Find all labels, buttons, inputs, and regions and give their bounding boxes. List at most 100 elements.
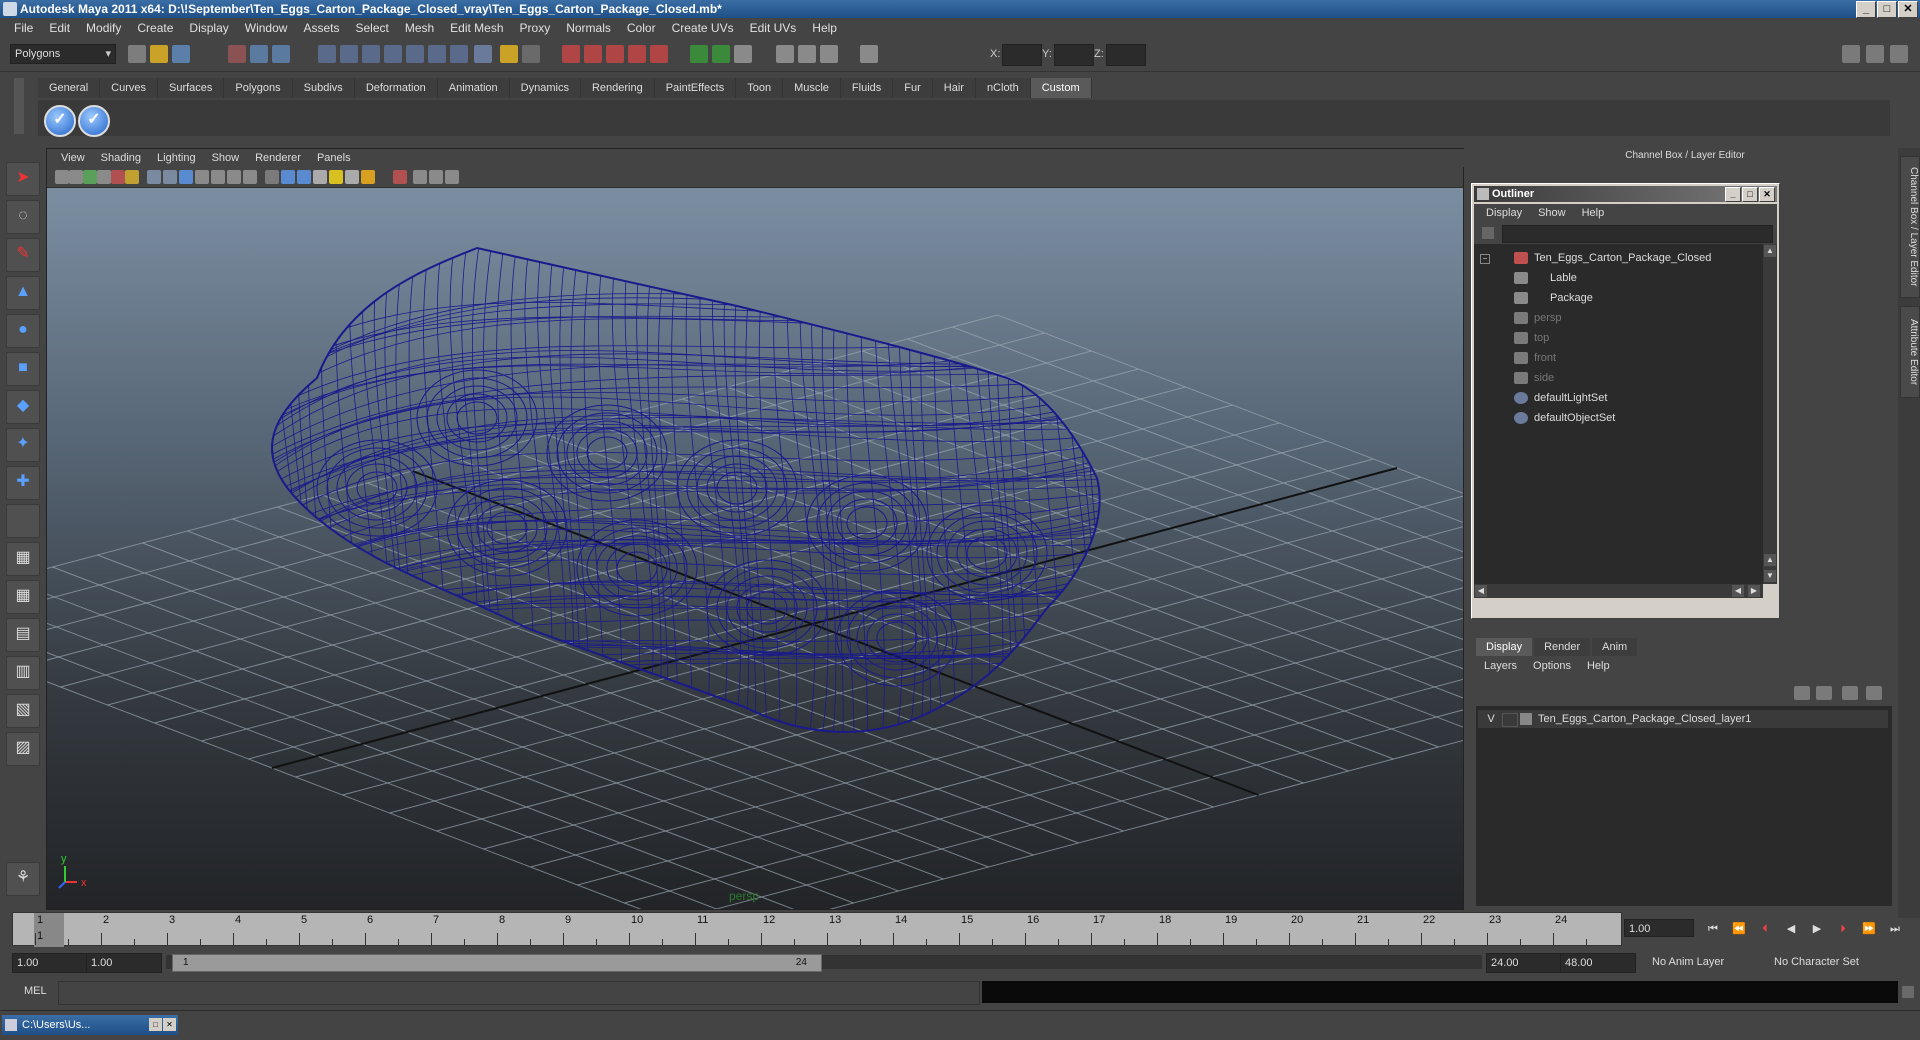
channel-box-icon[interactable] — [820, 45, 838, 63]
scroll-left-icon[interactable]: ◀ — [1475, 585, 1487, 597]
vp-menu-renderer[interactable]: Renderer — [247, 152, 309, 164]
menu-file[interactable]: File — [6, 21, 41, 35]
shelf-tab-polygons[interactable]: Polygons — [224, 78, 293, 98]
render-settings-icon[interactable] — [606, 45, 624, 63]
viewport-toolbar-icon[interactable] — [227, 170, 241, 184]
viewport-toolbar-icon[interactable] — [163, 170, 177, 184]
lock-icon[interactable] — [500, 45, 518, 63]
layer-tab-render[interactable]: Render — [1534, 638, 1591, 656]
attribute-toggle-icon[interactable] — [1866, 45, 1884, 63]
viewport-toolbar-icon[interactable] — [147, 170, 161, 184]
scroll-up-icon[interactable]: ▲ — [1764, 245, 1776, 257]
dock-tab-channel-box[interactable]: Channel Box / Layer Editor — [1900, 156, 1920, 298]
shelf-tab-curves[interactable]: Curves — [100, 78, 158, 98]
input-ops-icon[interactable] — [450, 45, 468, 63]
shelf-tab-dynamics[interactable]: Dynamics — [509, 78, 581, 98]
outliner-maximize-button[interactable]: □ — [1742, 187, 1758, 202]
minimized-close-button[interactable]: ✕ — [163, 1018, 176, 1031]
minimize-button[interactable]: _ — [1856, 1, 1876, 18]
viewport-toolbar-icon[interactable] — [393, 170, 407, 184]
close-button[interactable]: ✕ — [1898, 1, 1918, 18]
new-scene-icon[interactable] — [128, 45, 146, 63]
menu-edit-uvs[interactable]: Edit UVs — [742, 21, 805, 35]
layer-visibility-toggle[interactable]: V — [1484, 710, 1498, 728]
rotate-tool-icon[interactable]: ● — [6, 314, 40, 348]
minimized-window-item[interactable]: C:\Users\Us... □ ✕ — [2, 1015, 178, 1035]
go-to-start-icon[interactable]: ⏮ — [1704, 922, 1722, 936]
character-set-select[interactable]: No Character Set — [1768, 953, 1900, 971]
shelf-tab-general[interactable]: General — [38, 78, 101, 98]
outliner-menu-help[interactable]: Help — [1574, 207, 1613, 219]
menu-edit-mesh[interactable]: Edit Mesh — [442, 21, 511, 35]
shelf-tab-ncloth[interactable]: nCloth — [975, 78, 1031, 98]
step-back-key-icon[interactable]: ⏪ — [1730, 922, 1748, 936]
single-pane-layout-icon[interactable]: ▦ — [6, 542, 40, 576]
viewport-toolbar-icon[interactable] — [55, 170, 69, 184]
viewport-toolbar-icon[interactable] — [313, 170, 327, 184]
viewport-toolbar-icon[interactable] — [111, 170, 125, 184]
outliner-item-lable[interactable]: Lable — [1474, 268, 1763, 288]
menu-create[interactable]: Create — [129, 21, 181, 35]
play-forward-icon[interactable]: ▶ — [1808, 922, 1826, 936]
menu-modify[interactable]: Modify — [78, 21, 129, 35]
viewport-toolbar-icon[interactable] — [297, 170, 311, 184]
shelf-tab-toon[interactable]: Toon — [736, 78, 784, 98]
viewport-toolbar-icon[interactable] — [179, 170, 193, 184]
vp-menu-view[interactable]: View — [53, 152, 93, 164]
outliner-minimize-button[interactable]: _ — [1725, 187, 1741, 202]
viewport-toolbar-icon[interactable] — [361, 170, 375, 184]
step-forward-key-icon[interactable]: ⏩ — [1860, 922, 1878, 936]
shelf-tab-fluids[interactable]: Fluids — [840, 78, 894, 98]
manipulator-tool-icon[interactable]: ◆ — [6, 390, 40, 424]
transform-field-icon[interactable] — [860, 45, 878, 63]
menu-select[interactable]: Select — [347, 21, 396, 35]
anim-layer-select[interactable]: No Anim Layer — [1646, 953, 1770, 971]
layer-menu-layers[interactable]: Layers — [1476, 660, 1525, 672]
vp-menu-show[interactable]: Show — [204, 152, 248, 164]
viewport-toolbar-icon[interactable] — [97, 170, 111, 184]
snap-curve-icon[interactable] — [340, 45, 358, 63]
current-frame-field[interactable]: 1.00 — [1624, 919, 1694, 937]
outliner-menu-show[interactable]: Show — [1530, 207, 1574, 219]
shelf-tab-subdivs[interactable]: Subdivs — [292, 78, 355, 98]
layer-row[interactable]: V Ten_Eggs_Carton_Package_Closed_layer1 — [1478, 710, 1888, 728]
viewport-toolbar-icon[interactable] — [329, 170, 343, 184]
shelf-tab-surfaces[interactable]: Surfaces — [157, 78, 225, 98]
save-scene-icon[interactable] — [172, 45, 190, 63]
new-layer-icon[interactable] — [1842, 686, 1858, 700]
layer-type-toggle[interactable] — [1502, 713, 1518, 727]
menu-normals[interactable]: Normals — [558, 21, 619, 35]
hypershade-layout-icon[interactable]: ▧ — [6, 694, 40, 728]
viewport-toolbar-icon[interactable] — [195, 170, 209, 184]
menu-window[interactable]: Window — [237, 21, 296, 35]
scroll-up-icon[interactable]: ▲ — [1764, 554, 1776, 566]
snap-grid-icon[interactable] — [318, 45, 336, 63]
outliner-close-button[interactable]: ✕ — [1759, 187, 1775, 202]
layer-tab-anim[interactable]: Anim — [1592, 638, 1638, 656]
select-component-icon[interactable] — [272, 45, 290, 63]
time-slider[interactable]: 1 1 2 3 4 5 6 7 8 9 10 11 12 13 14 15 16 17 18 19 20 21 22 23 2… — [12, 912, 1622, 947]
outliner-menu-display[interactable]: Display — [1478, 207, 1530, 219]
outliner-item-package[interactable]: Package — [1474, 288, 1763, 308]
shelf-tab-hair[interactable]: Hair — [932, 78, 976, 98]
shelf-tab-animation[interactable]: Animation — [437, 78, 510, 98]
select-tool-icon[interactable]: ➤ — [6, 162, 40, 196]
shelf-tab-deformation[interactable]: Deformation — [354, 78, 438, 98]
viewport-toolbar-icon[interactable] — [265, 170, 279, 184]
snap-live-icon[interactable] — [406, 45, 424, 63]
open-scene-icon[interactable] — [150, 45, 168, 63]
viewport-toolbar-icon[interactable] — [243, 170, 257, 184]
go-to-end-icon[interactable]: ⏭ — [1886, 922, 1904, 936]
shelf-tab-muscle[interactable]: Muscle — [783, 78, 841, 98]
vp-menu-panels[interactable]: Panels — [309, 152, 359, 164]
outliner-item-persp[interactable]: persp — [1474, 308, 1763, 328]
viewport-toolbar-icon[interactable] — [413, 170, 427, 184]
graph-layout-icon[interactable]: ▥ — [6, 656, 40, 690]
shelf-tab-custom[interactable]: Custom — [1030, 78, 1092, 98]
shelf-check-button-2[interactable]: ✓ — [78, 105, 110, 137]
viewport-toolbar-icon[interactable] — [281, 170, 295, 184]
viewport-toolbar-icon[interactable] — [211, 170, 225, 184]
outliner-item-defaultobjectset[interactable]: defaultObjectSet — [1474, 408, 1763, 428]
shelf-tab-fur[interactable]: Fur — [893, 78, 933, 98]
render-current-icon[interactable] — [562, 45, 580, 63]
